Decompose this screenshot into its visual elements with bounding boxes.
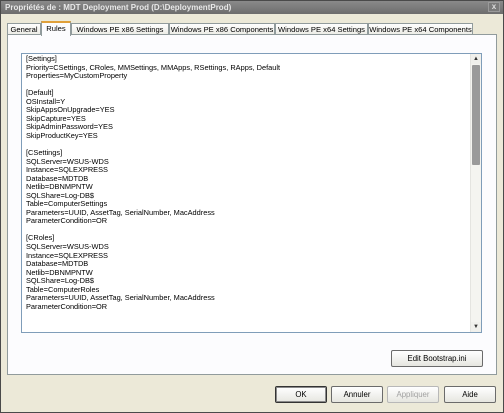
close-icon: x <box>491 2 497 11</box>
scroll-down-button[interactable]: ▼ <box>471 322 481 332</box>
rules-panel: [Settings] Priority=CSettings, CRoles, M… <box>7 34 497 375</box>
edit-bootstrap-button[interactable]: Edit Bootstrap.ini <box>391 350 483 367</box>
help-button[interactable]: Aide <box>444 386 496 403</box>
scrollbar-thumb[interactable] <box>472 65 480 165</box>
vertical-scrollbar[interactable]: ▲ ▼ <box>470 54 481 332</box>
rules-text[interactable]: [Settings] Priority=CSettings, CRoles, M… <box>26 54 466 311</box>
scroll-up-button[interactable]: ▲ <box>471 54 481 64</box>
properties-dialog: Propriétés de : MDT Deployment Prod (D:\… <box>0 0 504 413</box>
close-button[interactable]: x <box>488 2 500 12</box>
rules-textarea[interactable]: [Settings] Priority=CSettings, CRoles, M… <box>21 53 482 333</box>
title-bar[interactable]: Propriétés de : MDT Deployment Prod (D:\… <box>1 1 503 14</box>
tab-rules[interactable]: Rules <box>41 21 71 36</box>
tab-strip: General Rules Windows PE x86 Settings Wi… <box>7 21 497 36</box>
cancel-button[interactable]: Annuler <box>331 386 383 403</box>
chevron-up-icon: ▲ <box>473 56 479 62</box>
ok-button[interactable]: OK <box>275 386 327 403</box>
chevron-down-icon: ▼ <box>473 324 479 330</box>
window-title: Propriétés de : MDT Deployment Prod (D:\… <box>5 3 232 12</box>
apply-button[interactable]: Appliquer <box>387 386 439 403</box>
